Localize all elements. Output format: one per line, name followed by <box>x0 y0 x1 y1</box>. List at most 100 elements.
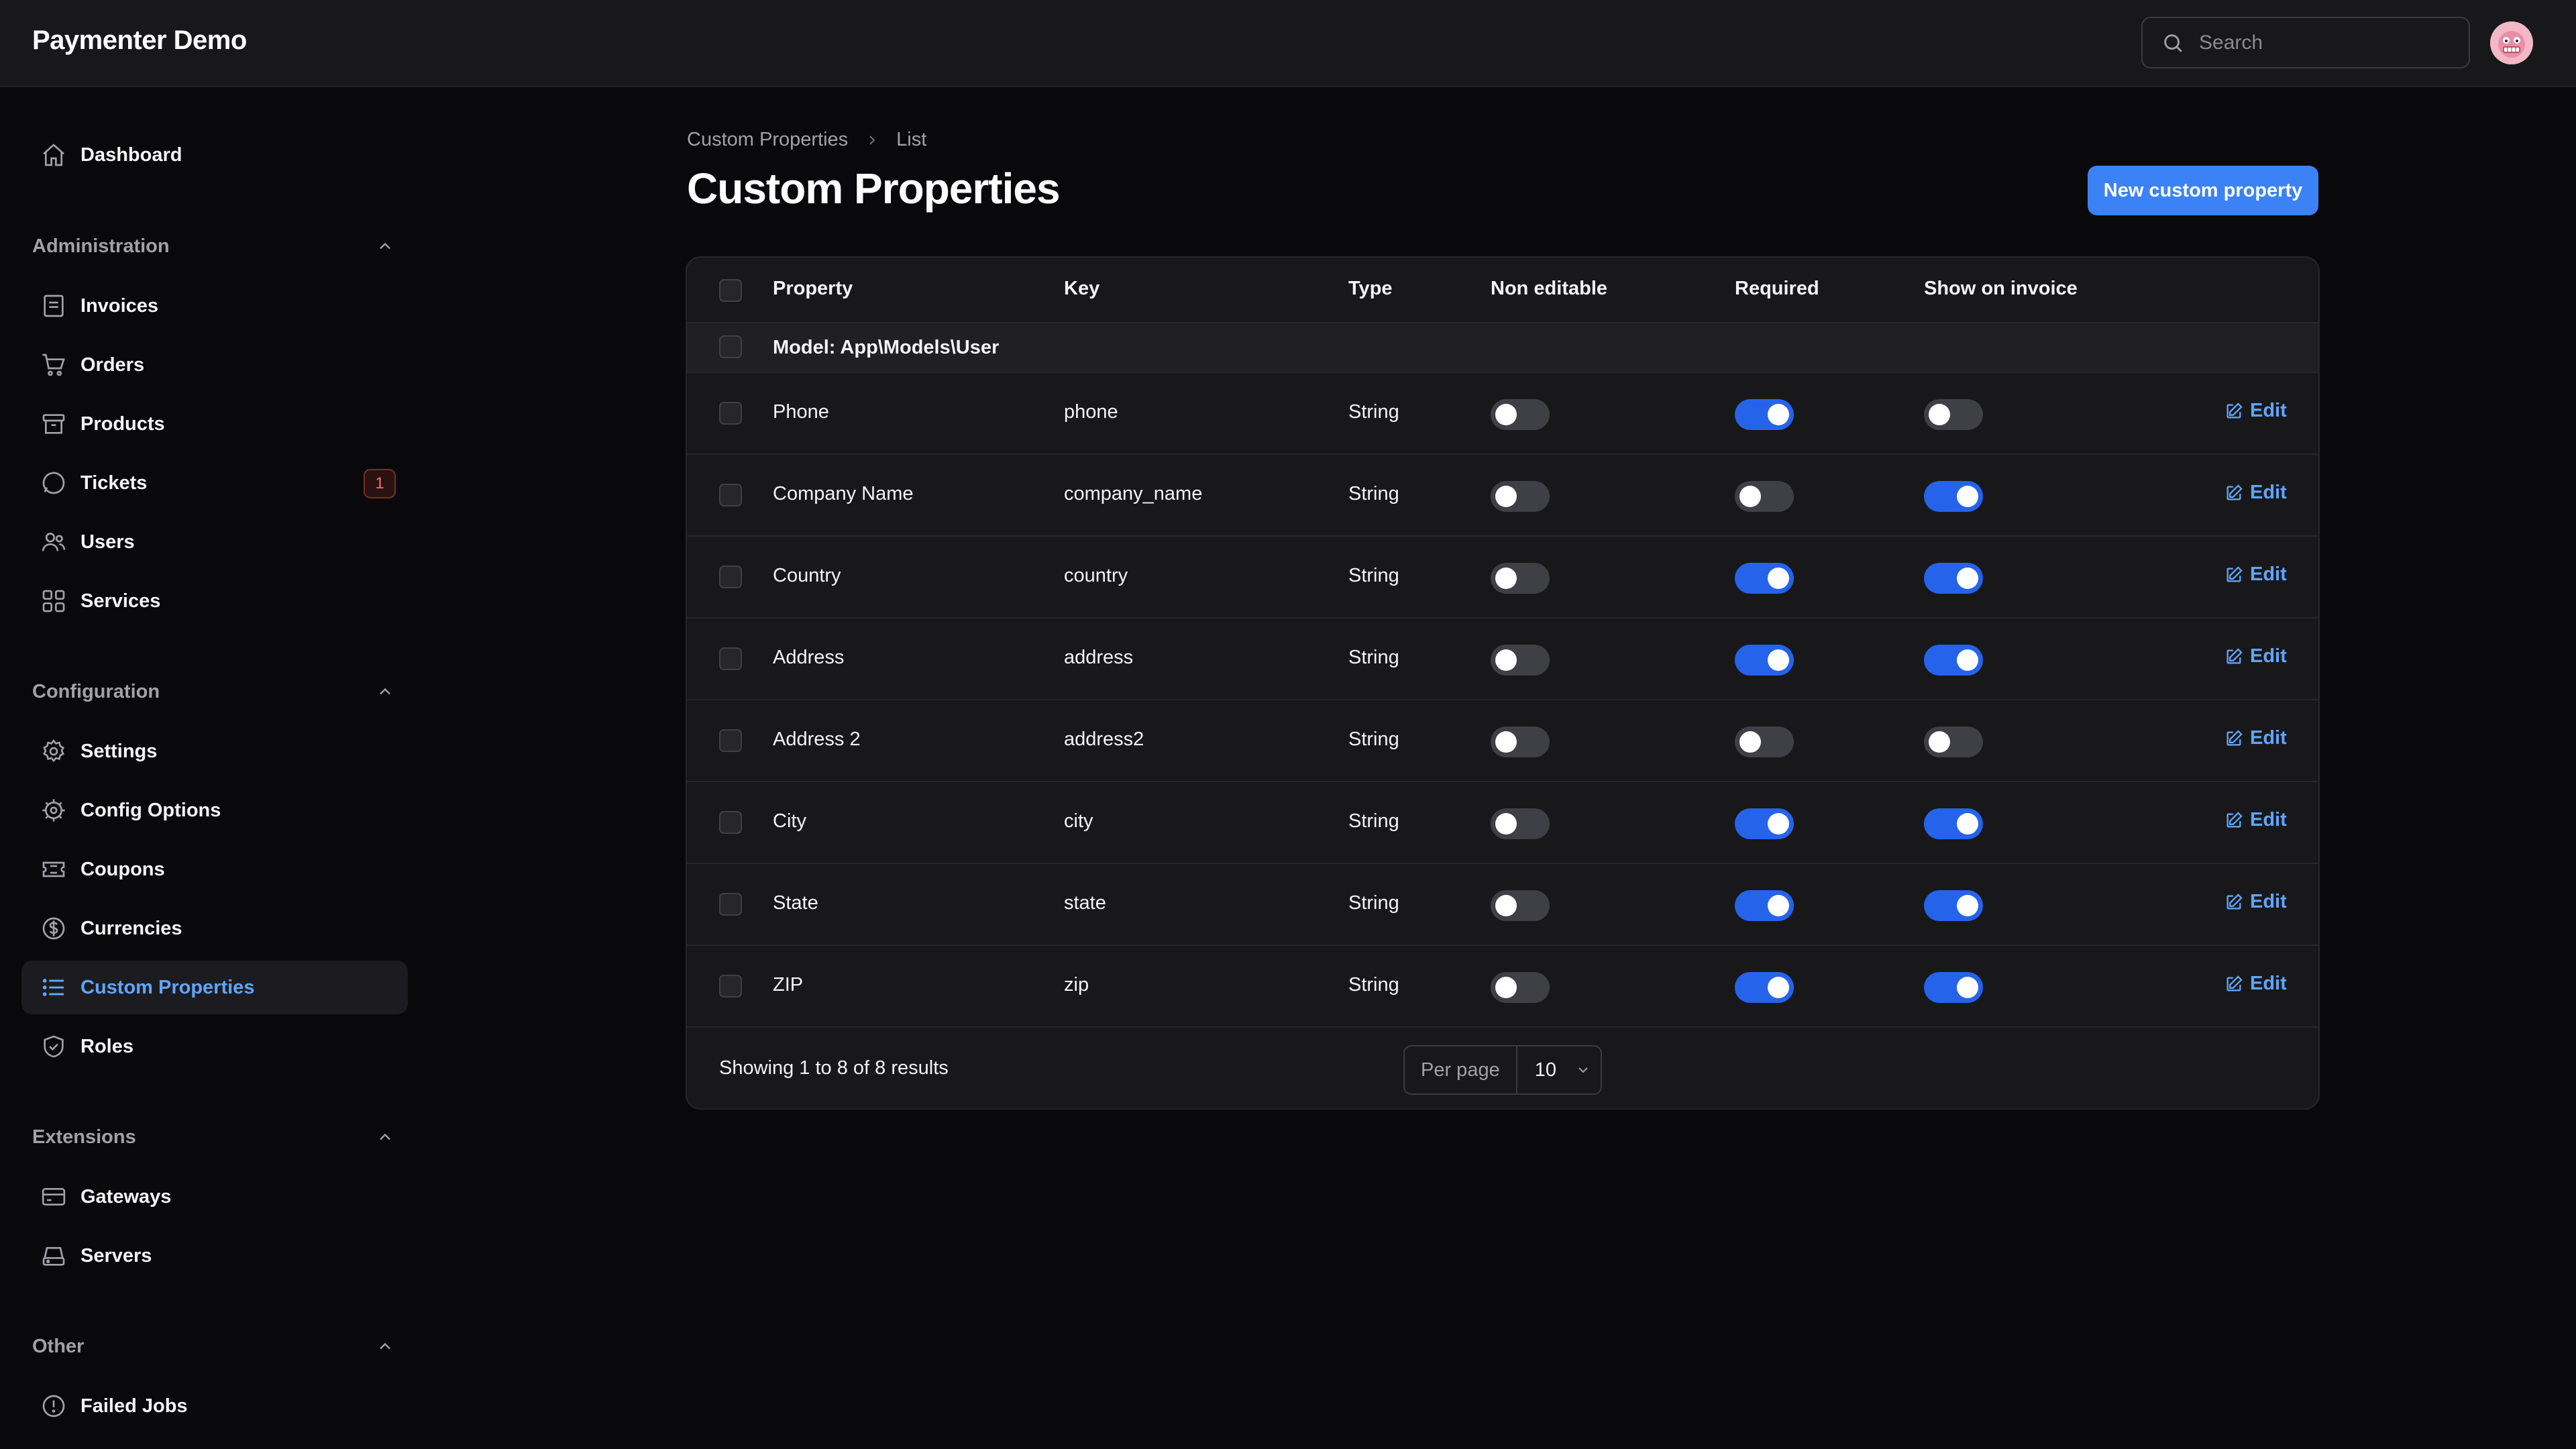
non-editable-toggle[interactable] <box>1491 727 1550 757</box>
column-header-show-on-invoice[interactable]: Show on invoice <box>1924 278 2078 300</box>
sidebar-item-servers[interactable]: Servers <box>21 1229 408 1283</box>
edit-link[interactable]: Edit <box>2224 400 2287 422</box>
sidebar-item-dashboard[interactable]: Dashboard <box>21 128 408 182</box>
table-row: Country country String Edit <box>687 537 2318 619</box>
sidebar-item-coupons[interactable]: Coupons <box>21 843 408 896</box>
row-checkbox[interactable] <box>719 893 742 916</box>
gear-icon <box>43 739 64 763</box>
sidebar-item-custom-properties[interactable]: Custom Properties <box>21 961 408 1014</box>
row-checkbox[interactable] <box>719 402 742 425</box>
sidebar-item-gateways[interactable]: Gateways <box>21 1170 408 1224</box>
required-toggle[interactable] <box>1735 645 1794 676</box>
column-header-type[interactable]: Type <box>1348 278 1393 300</box>
required-toggle[interactable] <box>1735 727 1794 757</box>
search-box[interactable] <box>2141 17 2470 68</box>
type-cell: String <box>1348 974 1399 996</box>
per-page-select[interactable]: Per page 10 <box>1403 1045 1602 1095</box>
column-header-property[interactable]: Property <box>773 278 853 300</box>
sidebar-item-roles[interactable]: Roles <box>21 1020 408 1073</box>
sidebar-item-settings[interactable]: Settings <box>21 724 408 778</box>
show-on-invoice-toggle[interactable] <box>1924 972 1983 1003</box>
group-select-checkbox[interactable] <box>719 335 742 358</box>
search-input[interactable] <box>2198 30 2453 55</box>
required-toggle[interactable] <box>1735 890 1794 921</box>
sidebar-item-users[interactable]: Users <box>21 515 408 569</box>
edit-label: Edit <box>2250 400 2287 421</box>
property-cell: ZIP <box>773 974 804 996</box>
row-checkbox[interactable] <box>719 484 742 506</box>
column-header-required[interactable]: Required <box>1735 278 1819 300</box>
required-toggle[interactable] <box>1735 399 1794 430</box>
group-header-configuration[interactable]: Configuration <box>32 675 394 708</box>
non-editable-toggle[interactable] <box>1491 972 1550 1003</box>
edit-link[interactable]: Edit <box>2224 727 2287 749</box>
type-cell: String <box>1348 401 1399 423</box>
column-header-non-editable[interactable]: Non editable <box>1491 278 1607 300</box>
non-editable-toggle[interactable] <box>1491 481 1550 512</box>
sidebar-item-tickets[interactable]: Tickets 1 <box>21 456 408 510</box>
edit-link[interactable]: Edit <box>2224 482 2287 504</box>
required-toggle[interactable] <box>1735 481 1794 512</box>
sidebar-item-failed-jobs[interactable]: Failed Jobs <box>21 1379 408 1433</box>
list-icon <box>42 979 64 996</box>
sidebar-item-label: Settings <box>80 740 158 762</box>
server-icon <box>42 1247 65 1266</box>
group-header-extensions[interactable]: Extensions <box>32 1120 394 1154</box>
box-icon <box>42 414 65 434</box>
sidebar-item-products[interactable]: Products <box>21 397 408 451</box>
select-all-checkbox[interactable] <box>719 279 742 302</box>
group-label: Other <box>32 1335 85 1357</box>
row-checkbox[interactable] <box>719 975 742 998</box>
sidebar-item-invoices[interactable]: Invoices <box>21 279 408 333</box>
group-row: Model: App\Models\User <box>687 323 2318 373</box>
column-header-key[interactable]: Key <box>1064 278 1099 300</box>
non-editable-toggle[interactable] <box>1491 399 1550 430</box>
non-editable-toggle[interactable] <box>1491 645 1550 676</box>
edit-link[interactable]: Edit <box>2224 564 2287 586</box>
row-checkbox[interactable] <box>719 811 742 834</box>
show-on-invoice-toggle[interactable] <box>1924 563 1983 594</box>
non-editable-toggle[interactable] <box>1491 563 1550 594</box>
show-on-invoice-toggle[interactable] <box>1924 645 1983 676</box>
edit-link[interactable]: Edit <box>2224 891 2287 913</box>
row-checkbox[interactable] <box>719 647 742 670</box>
avatar[interactable] <box>2490 21 2533 64</box>
required-toggle[interactable] <box>1735 808 1794 839</box>
non-editable-toggle[interactable] <box>1491 808 1550 839</box>
type-cell: String <box>1348 892 1399 914</box>
breadcrumb-parent-link[interactable]: Custom Properties <box>687 129 848 151</box>
show-on-invoice-toggle[interactable] <box>1924 399 1983 430</box>
edit-link[interactable]: Edit <box>2224 809 2287 831</box>
row-checkbox[interactable] <box>719 566 742 588</box>
group-header-administration[interactable]: Administration <box>32 229 394 263</box>
sidebar-item-label: Config Options <box>80 799 221 821</box>
app-title[interactable]: Paymenter Demo <box>32 25 247 56</box>
top-bar: Paymenter Demo <box>0 0 2576 87</box>
row-checkbox[interactable] <box>719 729 742 752</box>
edit-link[interactable]: Edit <box>2224 973 2287 995</box>
property-cell: State <box>773 892 818 914</box>
non-editable-toggle[interactable] <box>1491 890 1550 921</box>
property-cell: Company Name <box>773 483 914 504</box>
show-on-invoice-toggle[interactable] <box>1924 727 1983 757</box>
chat-bubble-icon <box>42 472 65 494</box>
show-on-invoice-toggle[interactable] <box>1924 890 1983 921</box>
sidebar-item-label: Failed Jobs <box>80 1395 188 1417</box>
required-toggle[interactable] <box>1735 563 1794 594</box>
property-cell: Phone <box>773 401 829 423</box>
sidebar-item-currencies[interactable]: Currencies <box>21 902 408 955</box>
required-toggle[interactable] <box>1735 972 1794 1003</box>
type-cell: String <box>1348 810 1399 832</box>
key-cell: city <box>1064 810 1093 832</box>
group-label: Extensions <box>32 1126 136 1148</box>
sidebar-item-config-options[interactable]: Config Options <box>21 784 408 837</box>
new-custom-property-button[interactable]: New custom property <box>2088 166 2318 215</box>
sidebar-item-services[interactable]: Services <box>21 574 408 628</box>
edit-link[interactable]: Edit <box>2224 645 2287 667</box>
table-row: State state String Edit <box>687 864 2318 946</box>
show-on-invoice-toggle[interactable] <box>1924 481 1983 512</box>
show-on-invoice-toggle[interactable] <box>1924 808 1983 839</box>
group-header-other[interactable]: Other <box>32 1330 394 1363</box>
sidebar-item-orders[interactable]: Orders <box>21 338 408 392</box>
search-icon <box>2164 34 2182 52</box>
